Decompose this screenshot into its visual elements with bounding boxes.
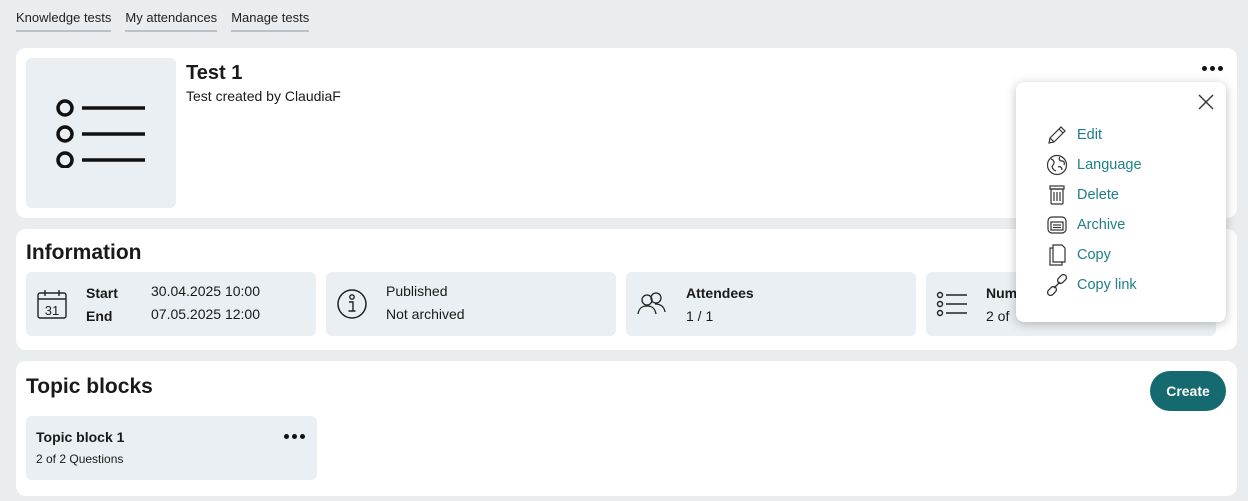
attendees-label: Attendees: [686, 285, 754, 301]
test-title: Test 1: [186, 62, 243, 84]
svg-text:31: 31: [45, 303, 59, 318]
globe-icon: [1046, 154, 1068, 176]
topic-block-subtitle: 2 of 2 Questions: [36, 452, 124, 466]
test-thumbnail: [26, 58, 176, 208]
menu-item-label: Copy: [1077, 247, 1111, 263]
create-button[interactable]: Create: [1150, 371, 1226, 411]
archive-icon: [1047, 216, 1067, 234]
questions-value: 2 of: [986, 308, 1010, 324]
menu-item-copy[interactable]: Copy: [1046, 240, 1142, 270]
attendees-value: 1 / 1: [686, 308, 714, 324]
topic-block-title: Topic block 1: [36, 429, 125, 445]
menu-item-label: Copy link: [1077, 277, 1137, 293]
questions-list-icon: [936, 291, 967, 317]
top-navigation: Knowledge tests My attendances Manage te…: [16, 10, 310, 32]
pencil-icon: [1048, 126, 1066, 144]
topic-blocks-heading: Topic blocks: [26, 375, 153, 398]
trash-icon: [1049, 185, 1065, 205]
popup-menu-list: Edit Language Delete Archive Copy Copy l…: [1046, 120, 1142, 300]
menu-item-label: Archive: [1077, 217, 1126, 233]
menu-item-edit[interactable]: Edit: [1046, 120, 1142, 150]
start-value: 30.04.2025 10:00: [151, 283, 260, 299]
copy-icon: [1049, 244, 1066, 266]
archived-status: Not archived: [386, 306, 465, 322]
information-heading: Information: [26, 241, 142, 264]
topic-block-tile[interactable]: Topic block 1 2 of 2 Questions: [26, 416, 317, 480]
options-popup-menu: Edit Language Delete Archive Copy Copy l…: [1016, 82, 1226, 322]
menu-item-label: Language: [1077, 157, 1142, 173]
end-label: End: [86, 308, 113, 324]
calendar-icon: 31: [37, 290, 67, 319]
start-label: Start: [86, 285, 118, 301]
dates-tile: 31 Start 30.04.2025 10:00 End 07.05.2025…: [26, 272, 316, 336]
end-value: 07.05.2025 12:00: [151, 306, 260, 322]
test-subtitle: Test created by ClaudiaF: [186, 88, 341, 104]
people-icon: [637, 292, 666, 315]
menu-item-label: Delete: [1077, 187, 1119, 203]
info-icon: [337, 289, 367, 319]
menu-item-copy-link[interactable]: Copy link: [1046, 270, 1142, 300]
nav-manage-tests[interactable]: Manage tests: [231, 10, 310, 32]
nav-my-attendances[interactable]: My attendances: [125, 10, 218, 32]
more-dots-icon: [1199, 60, 1225, 76]
more-options-button[interactable]: [1199, 60, 1225, 76]
menu-item-label: Edit: [1077, 127, 1102, 143]
nav-knowledge-tests[interactable]: Knowledge tests: [16, 10, 112, 32]
menu-item-language[interactable]: Language: [1046, 150, 1142, 180]
link-icon: [1046, 274, 1068, 296]
more-dots-icon: [281, 428, 307, 444]
close-icon[interactable]: [1198, 94, 1214, 110]
menu-item-archive[interactable]: Archive: [1046, 210, 1142, 240]
questions-label: Num: [986, 285, 1018, 301]
menu-item-delete[interactable]: Delete: [1046, 180, 1142, 210]
status-tile: Published Not archived: [326, 272, 616, 336]
published-status: Published: [386, 283, 448, 299]
topic-block-more-button[interactable]: [281, 428, 307, 444]
list-icon: [56, 99, 145, 168]
topic-blocks-card: Topic blocks Create Topic block 1 2 of 2…: [16, 361, 1237, 496]
attendees-tile: Attendees 1 / 1: [626, 272, 916, 336]
